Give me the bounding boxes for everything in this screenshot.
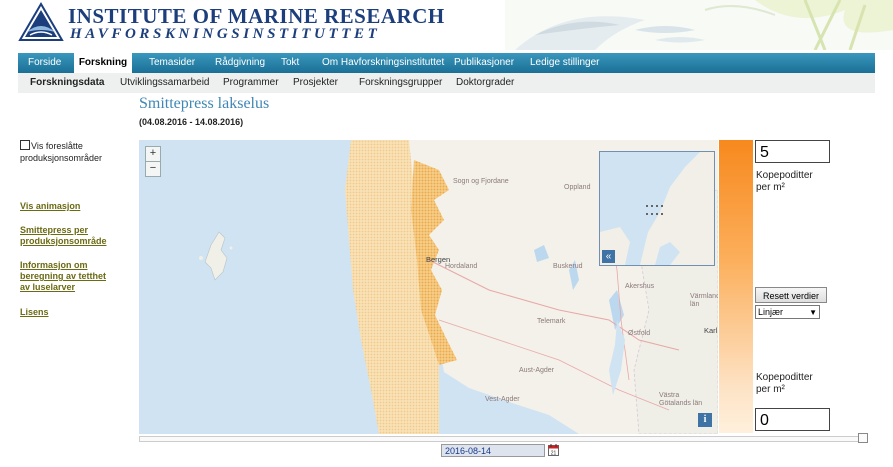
site-header: INSTITUTE OF MARINE RESEARCH HAVFORSKNIN…: [0, 0, 893, 50]
map-label-karl: Karl: [704, 326, 718, 335]
map-label-aust-agder: Aust-Agder: [519, 367, 555, 374]
map-label-akershus: Akershus: [625, 283, 655, 290]
color-scale-bar: [719, 140, 753, 433]
link-informasjon-om-beregning[interactable]: Informasjon om beregning av tetthet av l…: [20, 260, 115, 293]
link-vis-animasjon[interactable]: Vis animasjon: [20, 201, 115, 212]
subnav-forskningsgrupper[interactable]: Forskningsgrupper: [359, 73, 442, 93]
overview-minimap[interactable]: «: [599, 151, 715, 266]
production-areas-toggle[interactable]: Vis foreslåtte produksjonsområder: [20, 140, 120, 164]
map-label-vest-agder: Vest-Agder: [485, 396, 520, 403]
map-label-oppland: Oppland: [564, 184, 591, 191]
zoom-out-button[interactable]: −: [145, 161, 161, 177]
subnav-forskningsdata[interactable]: Forskningsdata: [30, 73, 104, 93]
nav-ledige-stillinger[interactable]: Ledige stillinger: [530, 53, 600, 73]
map-label-telemark: Telemark: [537, 318, 566, 325]
production-areas-label: Vis foreslåtte produksjonsområder: [20, 141, 103, 163]
nav-radgivning[interactable]: Rådgivning: [215, 53, 265, 73]
map-info-button[interactable]: i: [698, 413, 712, 427]
page-title: Smittepress lakselus: [139, 95, 270, 112]
date-input[interactable]: 2016-08-14: [441, 444, 545, 457]
calendar-icon[interactable]: 21: [548, 444, 559, 456]
subnav-prosjekter[interactable]: Prosjekter: [293, 73, 338, 93]
subnav-programmer[interactable]: Programmer: [223, 73, 279, 93]
time-slider-handle[interactable]: [858, 433, 868, 443]
map-label-sogn: Sogn og Fjordane: [453, 178, 509, 185]
overview-map-canvas: [600, 152, 714, 265]
chevron-down-icon: ▼: [809, 308, 817, 317]
subnav-doktorgrader[interactable]: Doktorgrader: [456, 73, 514, 93]
max-unit-line2: per m²: [756, 182, 785, 193]
min-unit-line1: Kopepoditter: [756, 372, 813, 383]
min-unit-line2: per m²: [756, 384, 785, 395]
header-fish-illustration: [505, 0, 893, 50]
main-navigation: Forside Forskning Temasider Rådgivning T…: [18, 53, 875, 73]
lice-pressure-map[interactable]: + − Sogn og Fjordane Oppland Bergen Hord…: [139, 140, 718, 434]
nav-tokt[interactable]: Tokt: [281, 53, 299, 73]
zoom-in-button[interactable]: +: [145, 146, 161, 162]
svg-text:21: 21: [551, 451, 557, 457]
production-areas-checkbox[interactable]: [20, 140, 30, 150]
max-value-input[interactable]: 5: [755, 140, 830, 163]
max-unit-line1: Kopepoditter: [756, 170, 813, 181]
sub-navigation: Forskningsdata Utviklingssamarbeid Progr…: [18, 73, 875, 93]
min-value-input[interactable]: 0: [755, 408, 830, 431]
map-label-ostfold: Østfold: [628, 330, 651, 337]
institute-logo[interactable]: [18, 2, 64, 42]
collapse-overview-button[interactable]: «: [602, 250, 615, 263]
time-slider-track[interactable]: [139, 436, 866, 442]
scale-type-value: Linjær: [758, 307, 784, 317]
date-range: (04.08.2016 - 14.08.2016): [139, 117, 244, 127]
map-label-vastra: Västra Götalands län: [659, 392, 703, 407]
map-label-hordaland: Hordaland: [445, 263, 478, 270]
nav-forside[interactable]: Forside: [28, 53, 61, 73]
link-smittepress-per-produksjonsomrade[interactable]: Smittepress per produksjonsområde: [20, 225, 115, 247]
reset-values-button[interactable]: Resett verdier: [755, 287, 827, 303]
nav-publikasjoner[interactable]: Publikasjoner: [454, 53, 514, 73]
subnav-utviklingssamarbeid[interactable]: Utviklingssamarbeid: [120, 73, 209, 93]
nav-forskning[interactable]: Forskning: [74, 53, 132, 73]
min-unit-label: Kopepoditter per m²: [756, 372, 813, 396]
nav-temasider[interactable]: Temasider: [149, 53, 195, 73]
institute-name-norwegian: HAVFORSKNINGSINSTITUTTET: [70, 26, 381, 42]
nav-om-havforskningsinstituttet[interactable]: Om Havforskningsinstituttet: [322, 53, 444, 73]
link-lisens[interactable]: Lisens: [20, 307, 115, 318]
map-label-buskerud: Buskerud: [553, 263, 583, 270]
max-unit-label: Kopepoditter per m²: [756, 170, 813, 194]
scale-type-select[interactable]: Linjær ▼: [755, 305, 820, 319]
map-label-varmland: Värmland län: [690, 293, 718, 308]
